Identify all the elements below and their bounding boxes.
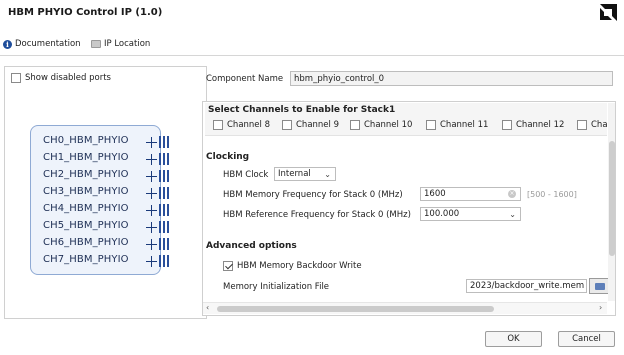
channel-12-option[interactable]: Channel 12: [502, 120, 564, 130]
vertical-scroll-thumb[interactable]: [609, 141, 615, 256]
channel-8-option[interactable]: Channel 8: [213, 120, 270, 130]
channel-9-option[interactable]: Channel 9: [282, 120, 339, 130]
bus-interface-icon: [159, 153, 169, 165]
browse-file-button[interactable]: [589, 278, 610, 294]
show-disabled-ports-checkbox[interactable]: [11, 73, 21, 83]
port-label: CH4_HBM_PHYIO: [43, 203, 129, 214]
channel-selection-group: Select Channels to Enable for Stack1 Cha…: [205, 103, 611, 136]
clocking-section-title: Clocking: [206, 152, 250, 162]
expand-port-icon[interactable]: [146, 188, 157, 199]
documentation-label: Documentation: [15, 39, 81, 49]
bus-interface-icon: [159, 170, 169, 182]
configuration-area: Component Name hbm_phyio_control_0 Selec…: [200, 66, 624, 320]
port-label: CH1_HBM_PHYIO: [43, 152, 129, 163]
chevron-down-icon: ⌄: [324, 170, 331, 179]
channel-8-checkbox[interactable]: [213, 120, 223, 130]
channel-label: Channel 9: [296, 120, 340, 130]
init-file-label: Memory Initialization File: [223, 282, 330, 292]
scroll-right-icon[interactable]: ›: [599, 303, 602, 312]
chevron-down-icon: ⌄: [509, 210, 516, 219]
expand-port-icon[interactable]: [146, 171, 157, 182]
expand-port-icon[interactable]: [146, 205, 157, 216]
port-label: CH2_HBM_PHYIO: [43, 169, 129, 180]
amd-logo-icon: [597, 2, 620, 23]
hbm-clock-value: Internal: [278, 169, 311, 179]
info-icon: i: [3, 39, 12, 49]
memory-frequency-label: HBM Memory Frequency for Stack 0 (MHz): [223, 190, 403, 200]
bus-interface-icon: [159, 187, 169, 199]
hbm-clock-select[interactable]: Internal ⌄: [274, 167, 336, 181]
backdoor-write-checkbox[interactable]: [223, 261, 233, 271]
port-label: CH5_HBM_PHYIO: [43, 220, 129, 231]
init-file-input[interactable]: 2023/backdoor_write.mem: [466, 279, 587, 293]
expand-port-icon[interactable]: [146, 137, 157, 148]
memory-frequency-input[interactable]: 1600 ×: [420, 187, 521, 201]
channels-section-title: Select Channels to Enable for Stack1: [208, 105, 396, 115]
expand-port-icon[interactable]: [146, 256, 157, 267]
horizontal-scroll-thumb[interactable]: [217, 306, 494, 312]
port-label: CH3_HBM_PHYIO: [43, 186, 129, 197]
documentation-link[interactable]: i Documentation: [3, 39, 81, 49]
ip-location-label: IP Location: [104, 39, 151, 49]
memory-frequency-range: [500 - 1600]: [527, 190, 577, 199]
show-disabled-ports-option[interactable]: Show disabled ports: [11, 73, 111, 83]
ip-location-link[interactable]: IP Location: [91, 39, 150, 49]
channel-label: Channel 12: [516, 120, 565, 130]
ip-symbol-panel: Show disabled ports CH0_HBM_PHYIO CH1_HB…: [4, 66, 207, 319]
memory-frequency-value: 1600: [424, 189, 446, 199]
expand-port-icon[interactable]: [146, 222, 157, 233]
scroll-left-icon[interactable]: ‹: [206, 303, 209, 312]
port-label: CH0_HBM_PHYIO: [43, 135, 129, 146]
bus-interface-icon: [159, 204, 169, 216]
channel-10-option[interactable]: Channel 10: [350, 120, 412, 130]
channel-13-checkbox[interactable]: [577, 120, 587, 130]
channel-label: Channel 11: [440, 120, 489, 130]
folder-icon: [91, 40, 101, 48]
clear-icon[interactable]: ×: [508, 190, 516, 198]
show-disabled-ports-label: Show disabled ports: [25, 73, 111, 83]
port-label: CH7_HBM_PHYIO: [43, 254, 129, 265]
port-label: CH6_HBM_PHYIO: [43, 237, 129, 248]
reference-frequency-select[interactable]: 100.000 ⌄: [420, 207, 521, 221]
channel-9-checkbox[interactable]: [282, 120, 292, 130]
reference-frequency-value: 100.000: [424, 209, 460, 219]
channel-label: Channel 10: [364, 120, 413, 130]
backdoor-write-label: HBM Memory Backdoor Write: [237, 261, 362, 271]
hbm-clock-label: HBM Clock: [223, 170, 269, 180]
horizontal-scrollbar[interactable]: ‹ ›: [203, 302, 607, 314]
options-scroll-panel: Select Channels to Enable for Stack1 Cha…: [202, 101, 616, 316]
vertical-scrollbar[interactable]: [608, 103, 615, 301]
advanced-section-title: Advanced options: [206, 241, 297, 251]
channel-12-checkbox[interactable]: [502, 120, 512, 130]
reference-frequency-label: HBM Reference Frequency for Stack 0 (MHz…: [223, 210, 411, 220]
channel-11-option[interactable]: Channel 11: [426, 120, 488, 130]
bus-interface-icon: [159, 136, 169, 148]
bus-interface-icon: [159, 255, 169, 267]
window-title: HBM PHYIO Control IP (1.0): [8, 7, 163, 18]
ok-button[interactable]: OK: [485, 331, 542, 347]
bus-interface-icon: [159, 238, 169, 250]
expand-port-icon[interactable]: [146, 239, 157, 250]
channel-10-checkbox[interactable]: [350, 120, 360, 130]
backdoor-write-option[interactable]: HBM Memory Backdoor Write: [223, 261, 362, 271]
toolbar: i Documentation IP Location: [0, 34, 624, 56]
channel-11-checkbox[interactable]: [426, 120, 436, 130]
folder-icon: [595, 283, 605, 290]
component-name-label: Component Name: [206, 74, 284, 84]
channel-label: Channel 8: [227, 120, 271, 130]
cancel-button[interactable]: Cancel: [558, 331, 615, 347]
title-bar: HBM PHYIO Control IP (1.0): [0, 0, 624, 26]
expand-port-icon[interactable]: [146, 154, 157, 165]
channel-13-option[interactable]: Char: [577, 120, 611, 130]
component-name-field[interactable]: hbm_phyio_control_0: [290, 71, 613, 86]
bus-interface-icon: [159, 221, 169, 233]
ip-block-symbol: CH0_HBM_PHYIO CH1_HBM_PHYIO CH2_HBM_PHYI…: [30, 125, 161, 275]
